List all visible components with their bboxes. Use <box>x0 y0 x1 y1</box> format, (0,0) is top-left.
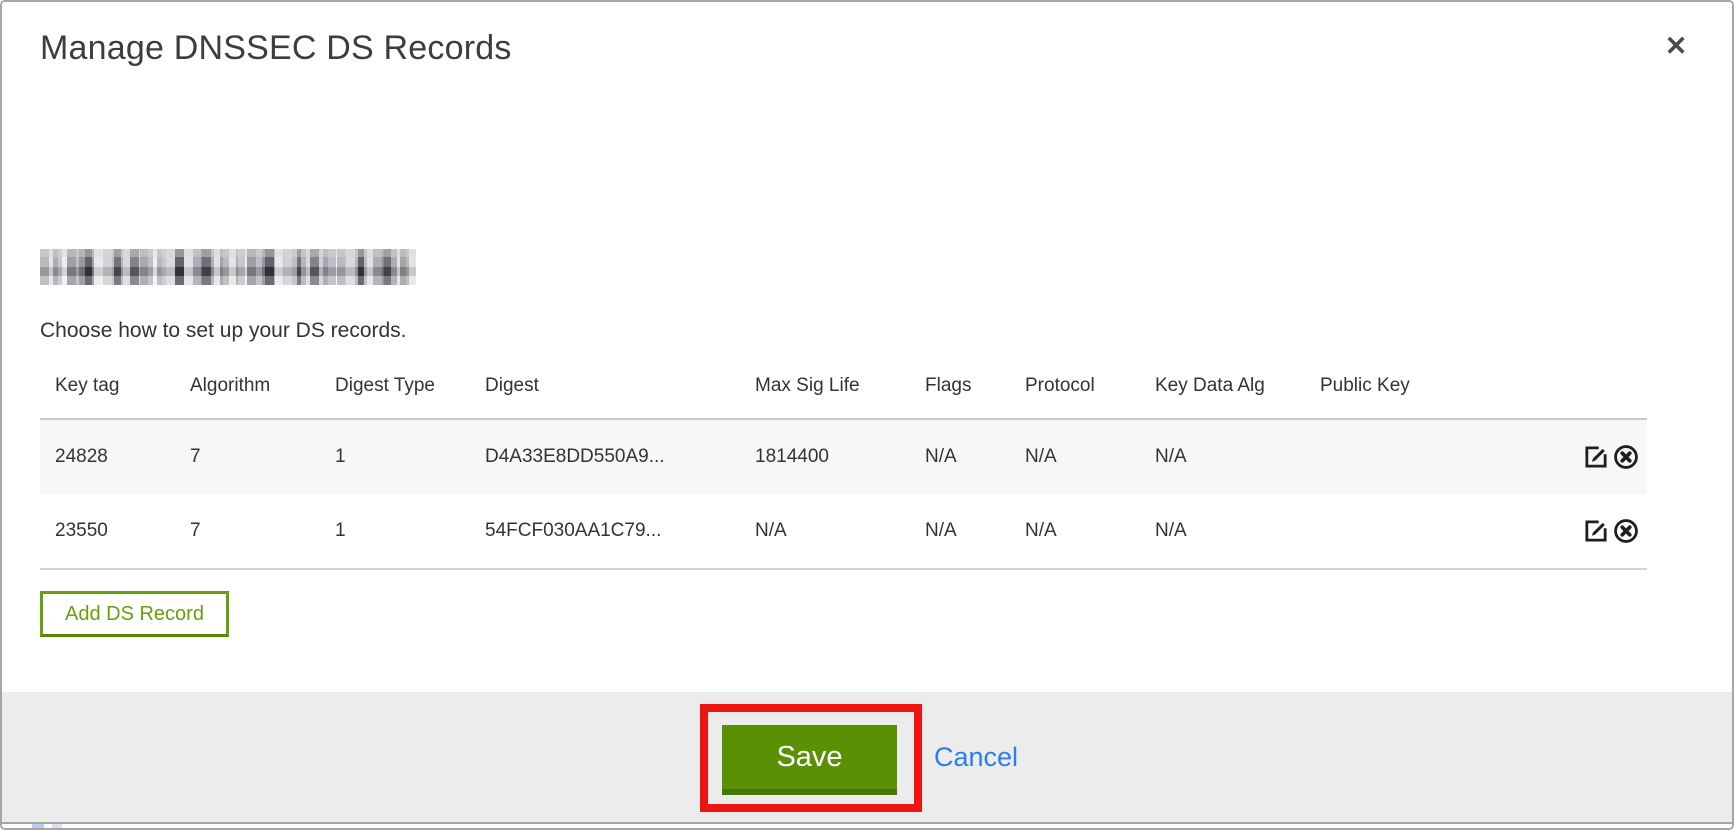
col-header-protocol: Protocol <box>1010 361 1140 419</box>
delete-record-icon[interactable] <box>1611 517 1641 545</box>
col-header-digest-type: Digest Type <box>320 361 470 419</box>
cell-max-sig-life: N/A <box>740 494 910 569</box>
dialog-body: Manage DNSSEC DS Records ✕ Choose how to… <box>2 2 1732 692</box>
cell-digest-type: 1 <box>320 419 470 494</box>
col-header-flags: Flags <box>910 361 1010 419</box>
table-row: 23550 7 1 54FCF030AA1C79... N/A N/A N/A … <box>40 494 1647 569</box>
dialog-footer: Save Cancel <box>2 692 1732 822</box>
col-header-key-tag: Key tag <box>40 361 175 419</box>
delete-record-icon[interactable] <box>1611 443 1641 471</box>
cell-key-tag: 23550 <box>40 494 175 569</box>
edit-record-icon[interactable] <box>1581 443 1611 471</box>
cell-protocol: N/A <box>1010 419 1140 494</box>
col-header-algorithm: Algorithm <box>175 361 320 419</box>
cell-flags: N/A <box>910 494 1010 569</box>
background-text-fragment <box>52 824 62 828</box>
cell-key-data-alg: N/A <box>1140 494 1305 569</box>
col-header-digest: Digest <box>470 361 740 419</box>
cell-algorithm: 7 <box>175 419 320 494</box>
cell-key-data-alg: N/A <box>1140 419 1305 494</box>
background-text-fragment <box>32 824 44 828</box>
edit-record-icon[interactable] <box>1581 517 1611 545</box>
dialog-title: Manage DNSSEC DS Records <box>40 28 1694 68</box>
col-header-public-key: Public Key <box>1305 361 1485 419</box>
redacted-domain-name <box>40 249 416 285</box>
table-header-row: Key tag Algorithm Digest Type Digest Max… <box>40 361 1647 419</box>
cell-digest: 54FCF030AA1C79... <box>470 494 740 569</box>
add-ds-record-button[interactable]: Add DS Record <box>40 591 229 637</box>
dnssec-dialog-window: Manage DNSSEC DS Records ✕ Choose how to… <box>0 0 1734 830</box>
cell-public-key <box>1305 419 1485 494</box>
col-header-actions <box>1485 361 1647 419</box>
background-page-peek <box>2 824 1732 828</box>
col-header-key-data-alg: Key Data Alg <box>1140 361 1305 419</box>
table-row: 24828 7 1 D4A33E8DD550A9... 1814400 N/A … <box>40 419 1647 494</box>
save-button[interactable]: Save <box>722 725 897 795</box>
cell-flags: N/A <box>910 419 1010 494</box>
col-header-max-sig-life: Max Sig Life <box>740 361 910 419</box>
cell-key-tag: 24828 <box>40 419 175 494</box>
close-icon[interactable]: ✕ <box>1656 26 1696 66</box>
red-highlight-annotation: Save <box>700 704 922 812</box>
ds-records-table: Key tag Algorithm Digest Type Digest Max… <box>40 361 1647 570</box>
cancel-link[interactable]: Cancel <box>934 742 1018 773</box>
cell-digest: D4A33E8DD550A9... <box>470 419 740 494</box>
cell-algorithm: 7 <box>175 494 320 569</box>
cell-max-sig-life: 1814400 <box>740 419 910 494</box>
cell-digest-type: 1 <box>320 494 470 569</box>
dialog-subtitle: Choose how to set up your DS records. <box>40 318 1694 344</box>
cell-public-key <box>1305 494 1485 569</box>
cell-protocol: N/A <box>1010 494 1140 569</box>
